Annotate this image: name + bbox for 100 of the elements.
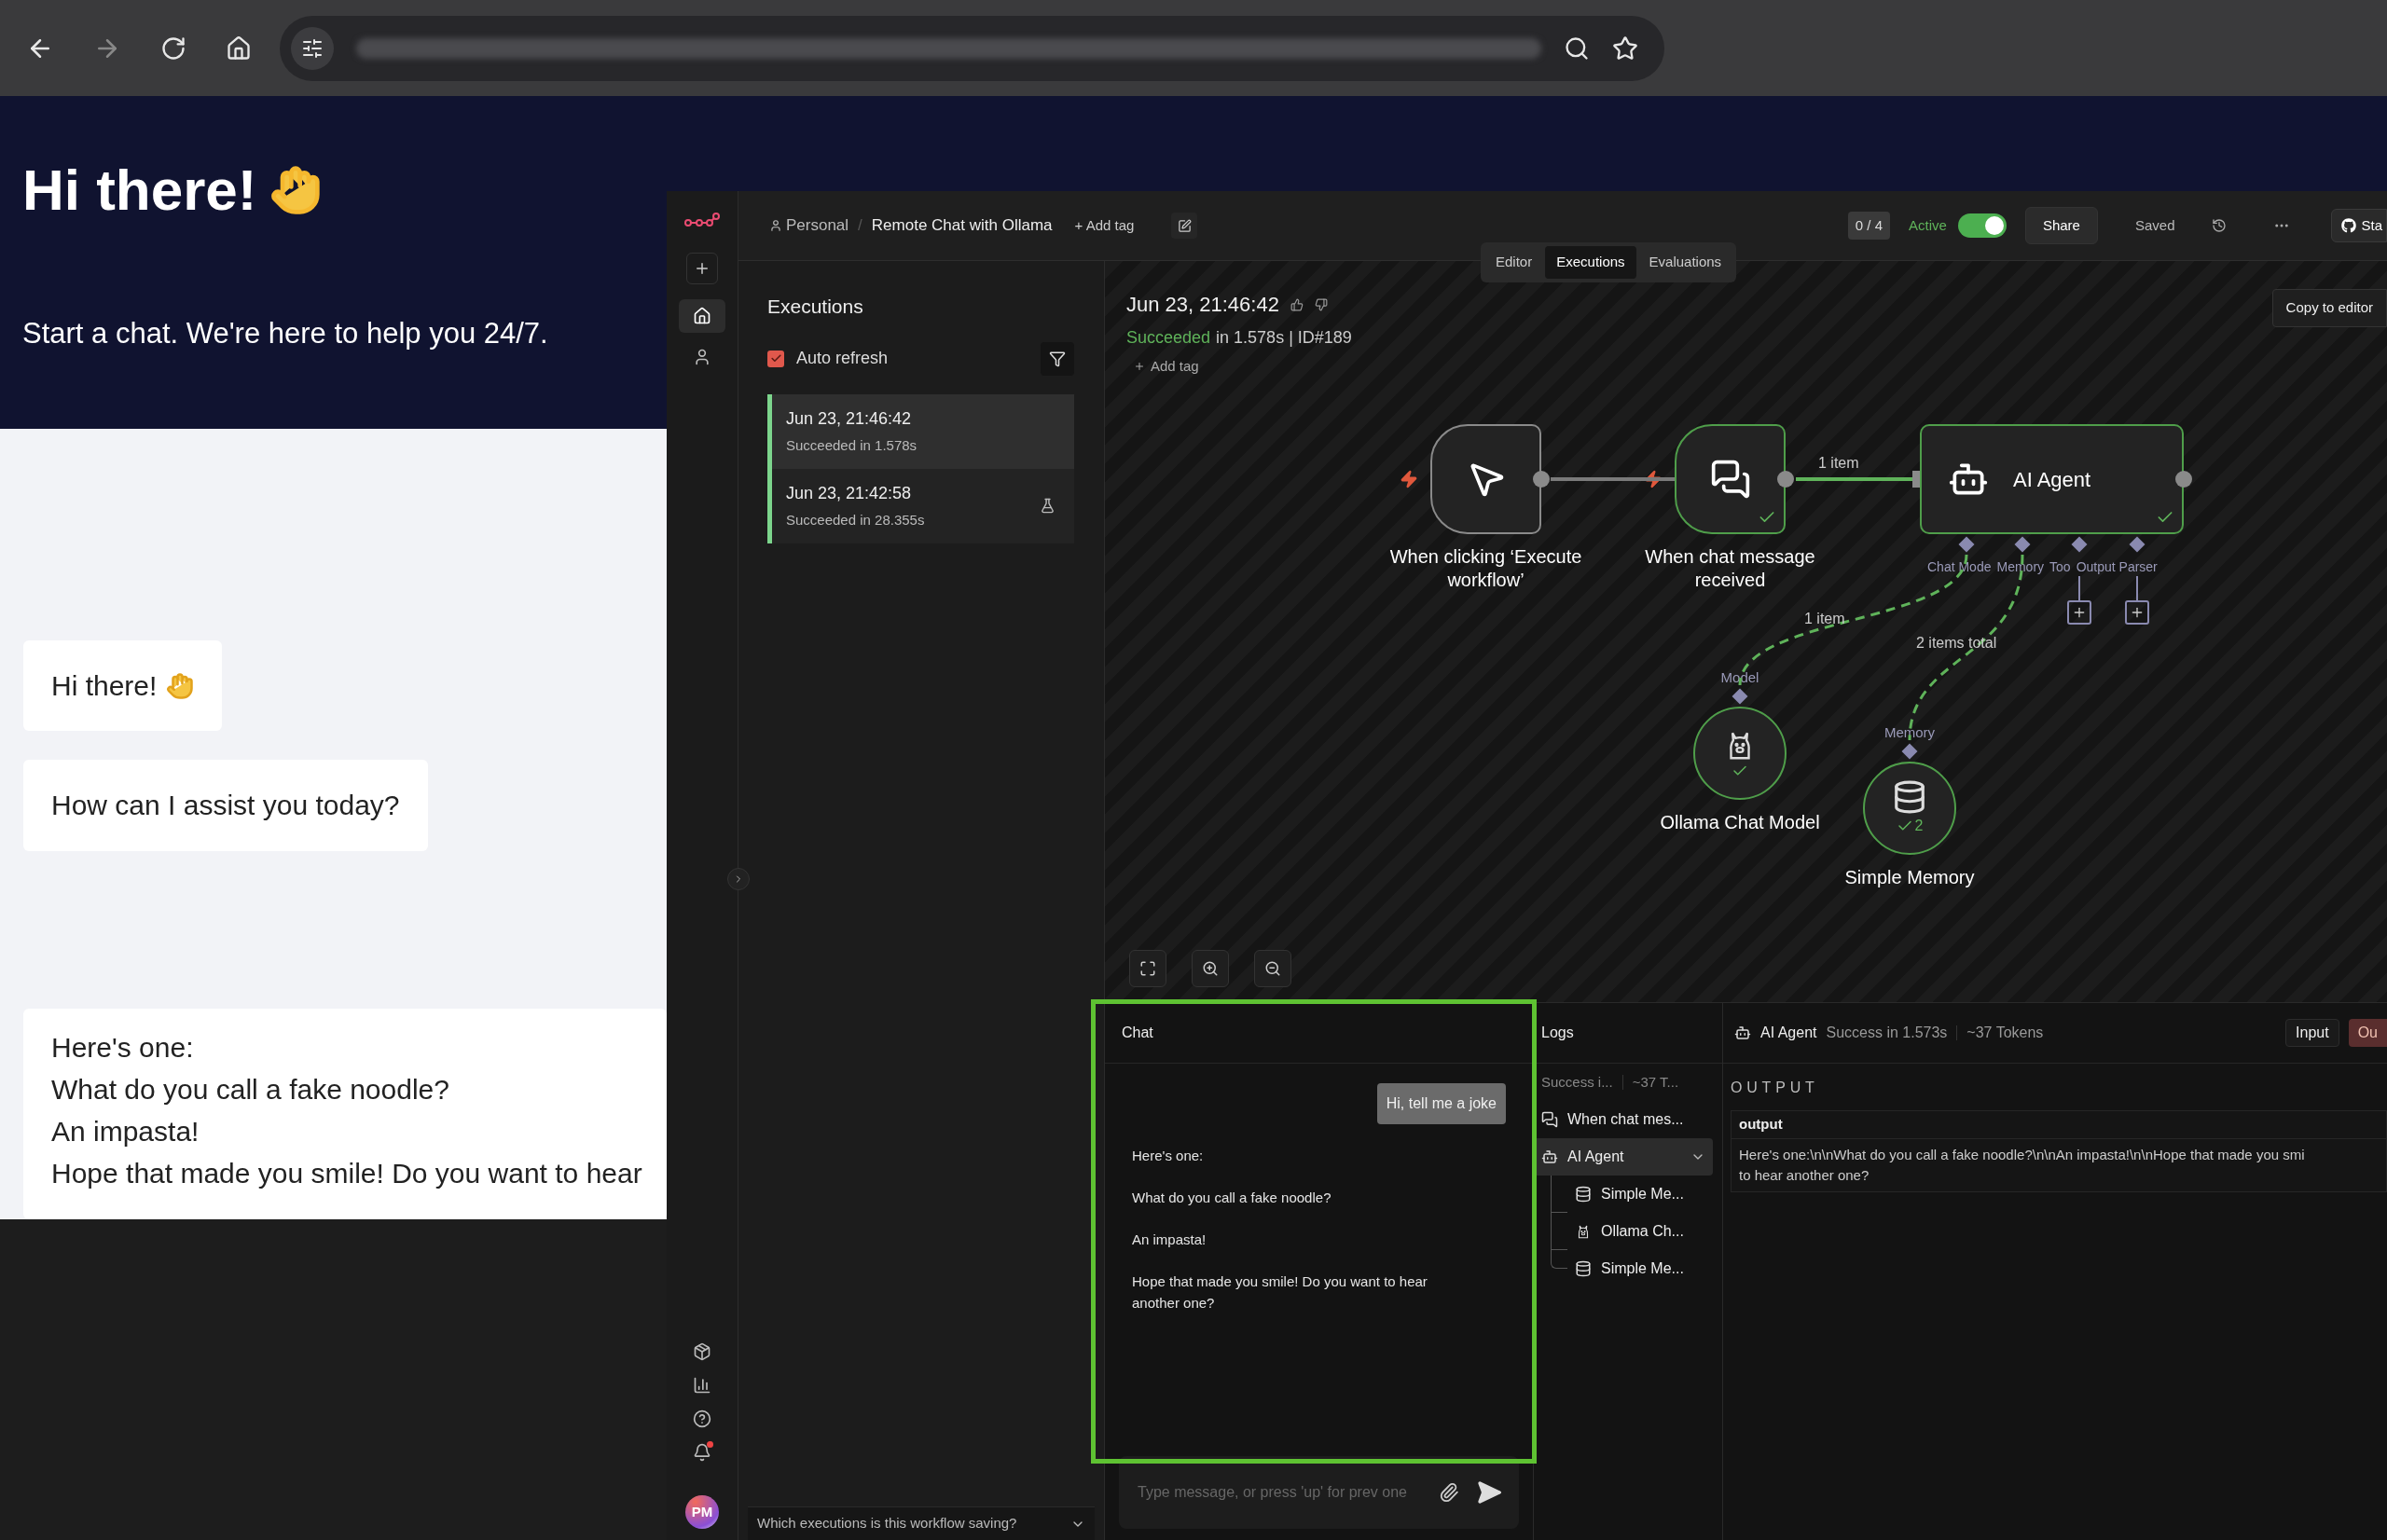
input-handle[interactable] (1912, 471, 1920, 488)
thumbs-down-icon[interactable] (1314, 297, 1328, 311)
zoom-in-button[interactable] (1192, 950, 1229, 987)
execution-item[interactable]: Jun 23, 21:42:58 Succeeded in 28.355s (772, 468, 1074, 543)
robot-icon (1734, 1024, 1751, 1041)
port-label: Memory (1883, 723, 1937, 742)
star-icon[interactable] (1612, 34, 1638, 62)
bot-message: Here's one: (1132, 1147, 1205, 1165)
fit-view-button[interactable] (1129, 950, 1166, 987)
site-settings-button[interactable] (291, 26, 334, 70)
trigger-node[interactable] (1430, 424, 1541, 534)
waving-hand-icon (269, 164, 323, 216)
thumbs-up-icon[interactable] (1290, 297, 1304, 311)
share-button[interactable]: Share (2024, 206, 2098, 245)
bell-icon[interactable] (693, 1443, 711, 1462)
input-placeholder: Type message, or press 'up' for prev one (1138, 1483, 1408, 1502)
workflow-name[interactable]: Remote Chat with Ollama (871, 213, 1053, 238)
breadcrumb-separator: / (858, 215, 862, 237)
attach-icon[interactable] (1439, 1482, 1459, 1503)
port-label: Output Parser (2076, 558, 2158, 576)
view-tab[interactable]: Editor (1484, 246, 1544, 279)
model-node[interactable] (1693, 707, 1787, 800)
edit-button[interactable] (1171, 213, 1198, 239)
github-icon (2341, 218, 2357, 233)
auto-refresh-label[interactable]: Auto refresh (796, 346, 889, 371)
user-avatar[interactable]: PM (685, 1495, 719, 1529)
help-icon[interactable] (693, 1409, 711, 1428)
panel-tab[interactable]: Ou (2348, 1019, 2387, 1047)
add-connection-button[interactable] (2125, 600, 2149, 625)
output-handle[interactable] (2175, 471, 2192, 488)
chat-bubbles-icon (1709, 459, 1751, 500)
zoom-out-button[interactable] (1254, 950, 1291, 987)
execution-time: Jun 23, 21:46:42 (786, 407, 913, 430)
field-value: Here's one:\n\nWhat do you call a fake noodle?\n\nAn impasta!\n\nHope that made you smi (1739, 1146, 2306, 1164)
home-icon[interactable] (226, 34, 252, 62)
port-handle[interactable] (1958, 536, 1975, 553)
trigger-node[interactable] (1675, 424, 1786, 534)
view-tab[interactable]: Evaluations (1637, 246, 1733, 279)
search-icon[interactable] (1564, 34, 1590, 62)
node-label: Ollama Chat Model (1659, 811, 1821, 834)
memory-node[interactable]: 2 (1863, 762, 1956, 855)
message-text: How can I assist you today? (51, 789, 400, 823)
port-label: Chat Mode (1927, 558, 1992, 576)
database-icon (1575, 1260, 1592, 1277)
breadcrumb-link[interactable]: Personal (786, 213, 849, 238)
user-icon (693, 348, 711, 366)
port-handle[interactable] (1732, 688, 1748, 705)
node-name: AI Agent (1760, 1024, 1817, 1042)
add-tag-button[interactable]: Add tag (1126, 356, 1352, 378)
database-icon (1892, 779, 1927, 815)
log-entry[interactable]: Simple Me... (1567, 1176, 1713, 1213)
zoom-in-icon (1202, 960, 1219, 977)
add-button[interactable] (686, 253, 718, 284)
active-toggle[interactable] (1957, 213, 2007, 238)
execution-item[interactable]: Jun 23, 21:46:42 Succeeded in 1.578s (772, 393, 1074, 469)
auto-refresh-checkbox[interactable] (767, 350, 784, 367)
bar-chart-icon[interactable] (693, 1376, 711, 1395)
edge-label: 2 items total (1916, 634, 1997, 653)
port-label: Memory (1996, 558, 2045, 576)
execution-title: Jun 23, 21:46:42 (1126, 292, 1279, 318)
saved-status: Saved (2134, 215, 2175, 235)
check-icon (769, 352, 782, 364)
plus-icon (2130, 605, 2145, 620)
output-handle[interactable] (1533, 471, 1550, 488)
zoom-out-icon (1264, 960, 1281, 977)
copy-to-editor-button[interactable]: Copy to editor (2271, 289, 2387, 327)
saving-info-toggle[interactable]: Which executions is this workflow saving? (748, 1506, 1095, 1540)
view-tab[interactable]: Executions (1545, 246, 1636, 279)
bot-message: An impasta! (1132, 1231, 1207, 1249)
add-tag-button[interactable]: + Add tag (1074, 214, 1135, 237)
history-icon[interactable] (2212, 218, 2228, 233)
port-handle[interactable] (1901, 743, 1918, 760)
home-nav-button[interactable] (679, 299, 725, 333)
port-handle[interactable] (2071, 536, 2088, 553)
port-label: Model (1719, 668, 1760, 687)
package-icon[interactable] (693, 1342, 711, 1361)
chat-bubbles-icon (1541, 1111, 1558, 1128)
port-handle[interactable] (2014, 536, 2031, 553)
port-handle[interactable] (2129, 536, 2146, 553)
add-connection-button[interactable] (2067, 600, 2091, 625)
edge-label: 1 item (1804, 610, 1845, 628)
chat-title: Hi there! (22, 161, 257, 219)
edit-icon (1177, 218, 1192, 233)
chat-subtitle: Start a chat. We're here to help you 24/7. (22, 316, 549, 351)
reload-icon[interactable] (160, 34, 186, 62)
log-entry[interactable]: AI Agent (1534, 1138, 1713, 1176)
panel-tab[interactable]: Input (2285, 1019, 2339, 1047)
filter-button[interactable] (1041, 341, 1074, 376)
output-handle[interactable] (1777, 471, 1794, 488)
status-text: Succeeded (1126, 327, 1211, 349)
plus-icon (2072, 605, 2087, 620)
log-entry[interactable]: Simple Me... (1567, 1250, 1713, 1287)
log-entry[interactable]: Ollama Ch... (1567, 1213, 1713, 1250)
tree-line (1551, 1176, 1567, 1213)
github-button[interactable]: Sta (2331, 208, 2387, 243)
send-icon[interactable] (1476, 1479, 1502, 1506)
log-entry[interactable]: When chat mes... (1534, 1101, 1713, 1138)
lightning-icon (1400, 470, 1418, 488)
agent-node[interactable]: AI Agent (1920, 424, 2184, 534)
waving-hand-icon (166, 671, 195, 700)
